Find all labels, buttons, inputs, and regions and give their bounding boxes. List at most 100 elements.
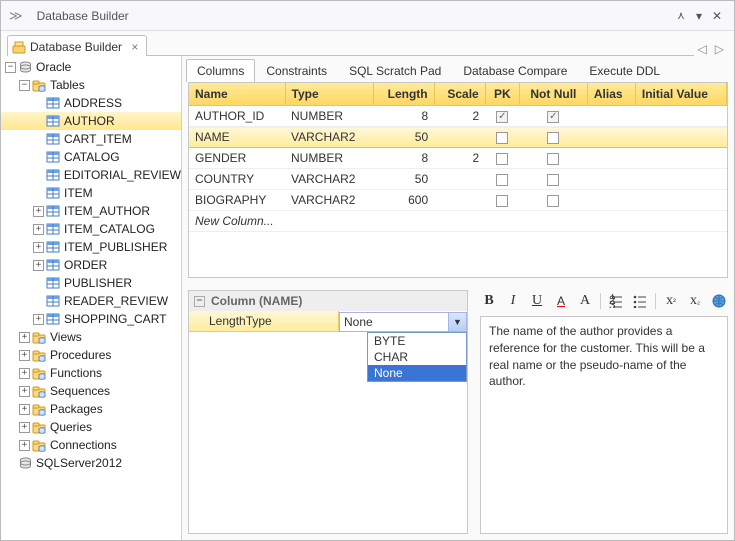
checkbox[interactable]: [496, 174, 508, 186]
cell-scale[interactable]: [434, 127, 485, 148]
cell-alias[interactable]: [587, 169, 635, 190]
cell-type[interactable]: VARCHAR2: [285, 169, 373, 190]
table-item_publisher[interactable]: +ITEM_PUBLISHER: [1, 238, 181, 256]
cell-notnull[interactable]: [519, 190, 587, 211]
lengthtype-dropdown[interactable]: BYTECHARNone: [367, 332, 467, 382]
expander-icon[interactable]: +: [33, 206, 44, 217]
table-editorial_review[interactable]: EDITORIAL_REVIEW: [1, 166, 181, 184]
option-char[interactable]: CHAR: [368, 349, 466, 365]
table-cart_item[interactable]: CART_ITEM: [1, 130, 181, 148]
checkbox[interactable]: [547, 153, 559, 165]
col-header-length[interactable]: Length: [373, 83, 434, 106]
expander-icon[interactable]: +: [19, 368, 30, 379]
table-author[interactable]: AUTHOR: [1, 112, 181, 130]
expander-icon[interactable]: +: [19, 350, 30, 361]
tab-next-icon[interactable]: ▷: [711, 42, 728, 56]
cell-name[interactable]: AUTHOR_ID: [189, 106, 285, 127]
cell-initial[interactable]: [635, 190, 726, 211]
cell-alias[interactable]: [587, 106, 635, 127]
cell-length[interactable]: 8: [373, 148, 434, 169]
subscript-button[interactable]: x₂: [686, 292, 704, 310]
cell-type[interactable]: NUMBER: [285, 106, 373, 127]
folder-functions[interactable]: +Functions: [1, 364, 181, 382]
font-button[interactable]: A: [576, 292, 594, 310]
tab-database-builder[interactable]: Database Builder ×: [7, 35, 147, 56]
cell-alias[interactable]: [587, 148, 635, 169]
cell-notnull[interactable]: [519, 127, 587, 148]
font-color-button[interactable]: A: [552, 292, 570, 310]
new-column[interactable]: New Column...: [189, 211, 727, 232]
tab-close-icon[interactable]: ×: [131, 40, 138, 54]
bullet-list-button[interactable]: [631, 292, 649, 310]
cell-type[interactable]: NUMBER: [285, 148, 373, 169]
expander-icon[interactable]: +: [19, 422, 30, 433]
col-header-pk[interactable]: PK: [485, 83, 519, 106]
superscript-button[interactable]: x²: [662, 292, 680, 310]
subtab-database-compare[interactable]: Database Compare: [452, 59, 578, 82]
folder-procedures[interactable]: +Procedures: [1, 346, 181, 364]
table-shopping_cart[interactable]: +SHOPPING_CART: [1, 310, 181, 328]
expander-icon[interactable]: +: [33, 260, 44, 271]
checkbox[interactable]: [496, 195, 508, 207]
table-row[interactable]: COUNTRYVARCHAR250: [189, 169, 727, 190]
subtab-execute-ddl[interactable]: Execute DDL: [578, 59, 671, 82]
table-item_author[interactable]: +ITEM_AUTHOR: [1, 202, 181, 220]
expander-icon[interactable]: +: [19, 404, 30, 415]
expander-icon[interactable]: −: [5, 62, 16, 73]
notes-text[interactable]: The name of the author provides a refere…: [480, 316, 728, 534]
checkbox[interactable]: [547, 195, 559, 207]
cell-initial[interactable]: [635, 127, 726, 148]
cell-initial[interactable]: [635, 106, 726, 127]
col-header-initial-value[interactable]: Initial Value: [635, 83, 726, 106]
hyperlink-button[interactable]: [710, 292, 728, 310]
expander-icon[interactable]: +: [19, 440, 30, 451]
pin-icon[interactable]: ⋏: [672, 9, 690, 22]
folder-tables[interactable]: −Tables: [1, 76, 181, 94]
expander-icon[interactable]: −: [19, 80, 30, 91]
table-catalog[interactable]: CATALOG: [1, 148, 181, 166]
expander-icon[interactable]: +: [19, 332, 30, 343]
collapse-icon[interactable]: ≫: [9, 8, 23, 24]
expander-icon[interactable]: +: [33, 314, 44, 325]
bold-button[interactable]: B: [480, 292, 498, 310]
db-sqlserver2012[interactable]: SQLServer2012: [1, 454, 181, 472]
collapse-section-icon[interactable]: −: [194, 296, 205, 307]
dropdown-icon[interactable]: ▼: [448, 313, 466, 331]
table-reader_review[interactable]: READER_REVIEW: [1, 292, 181, 310]
checkbox[interactable]: [496, 132, 508, 144]
option-none[interactable]: None: [368, 365, 466, 381]
cell-initial[interactable]: [635, 148, 726, 169]
col-header-scale[interactable]: Scale: [434, 83, 485, 106]
underline-button[interactable]: U: [528, 292, 546, 310]
col-header-alias[interactable]: Alias: [587, 83, 635, 106]
lengthtype-select[interactable]: None ▼: [339, 312, 467, 332]
cell-pk[interactable]: [485, 148, 519, 169]
checkbox[interactable]: [547, 174, 559, 186]
cell-pk[interactable]: [485, 190, 519, 211]
col-header-name[interactable]: Name: [189, 83, 285, 106]
option-byte[interactable]: BYTE: [368, 333, 466, 349]
folder-views[interactable]: +Views: [1, 328, 181, 346]
cell-notnull[interactable]: [519, 169, 587, 190]
cell-length[interactable]: 50: [373, 169, 434, 190]
cell-alias[interactable]: [587, 190, 635, 211]
cell-alias[interactable]: [587, 127, 635, 148]
db-oracle[interactable]: −Oracle: [1, 58, 181, 76]
checkbox[interactable]: [496, 153, 508, 165]
numbered-list-button[interactable]: 123: [607, 292, 625, 310]
expander-icon[interactable]: +: [33, 224, 44, 235]
folder-packages[interactable]: +Packages: [1, 400, 181, 418]
italic-button[interactable]: I: [504, 292, 522, 310]
table-publisher[interactable]: PUBLISHER: [1, 274, 181, 292]
col-header-not-null[interactable]: Not Null: [519, 83, 587, 106]
property-section-header[interactable]: − Column (NAME): [189, 291, 467, 311]
menu-icon[interactable]: ▾: [690, 9, 708, 23]
cell-pk[interactable]: ✓: [485, 106, 519, 127]
cell-type[interactable]: VARCHAR2: [285, 127, 373, 148]
expander-icon[interactable]: +: [33, 242, 44, 253]
cell-notnull[interactable]: ✓: [519, 106, 587, 127]
cell-name[interactable]: GENDER: [189, 148, 285, 169]
subtab-constraints[interactable]: Constraints: [255, 59, 338, 82]
cell-initial[interactable]: [635, 169, 726, 190]
cell-scale[interactable]: 2: [434, 148, 485, 169]
